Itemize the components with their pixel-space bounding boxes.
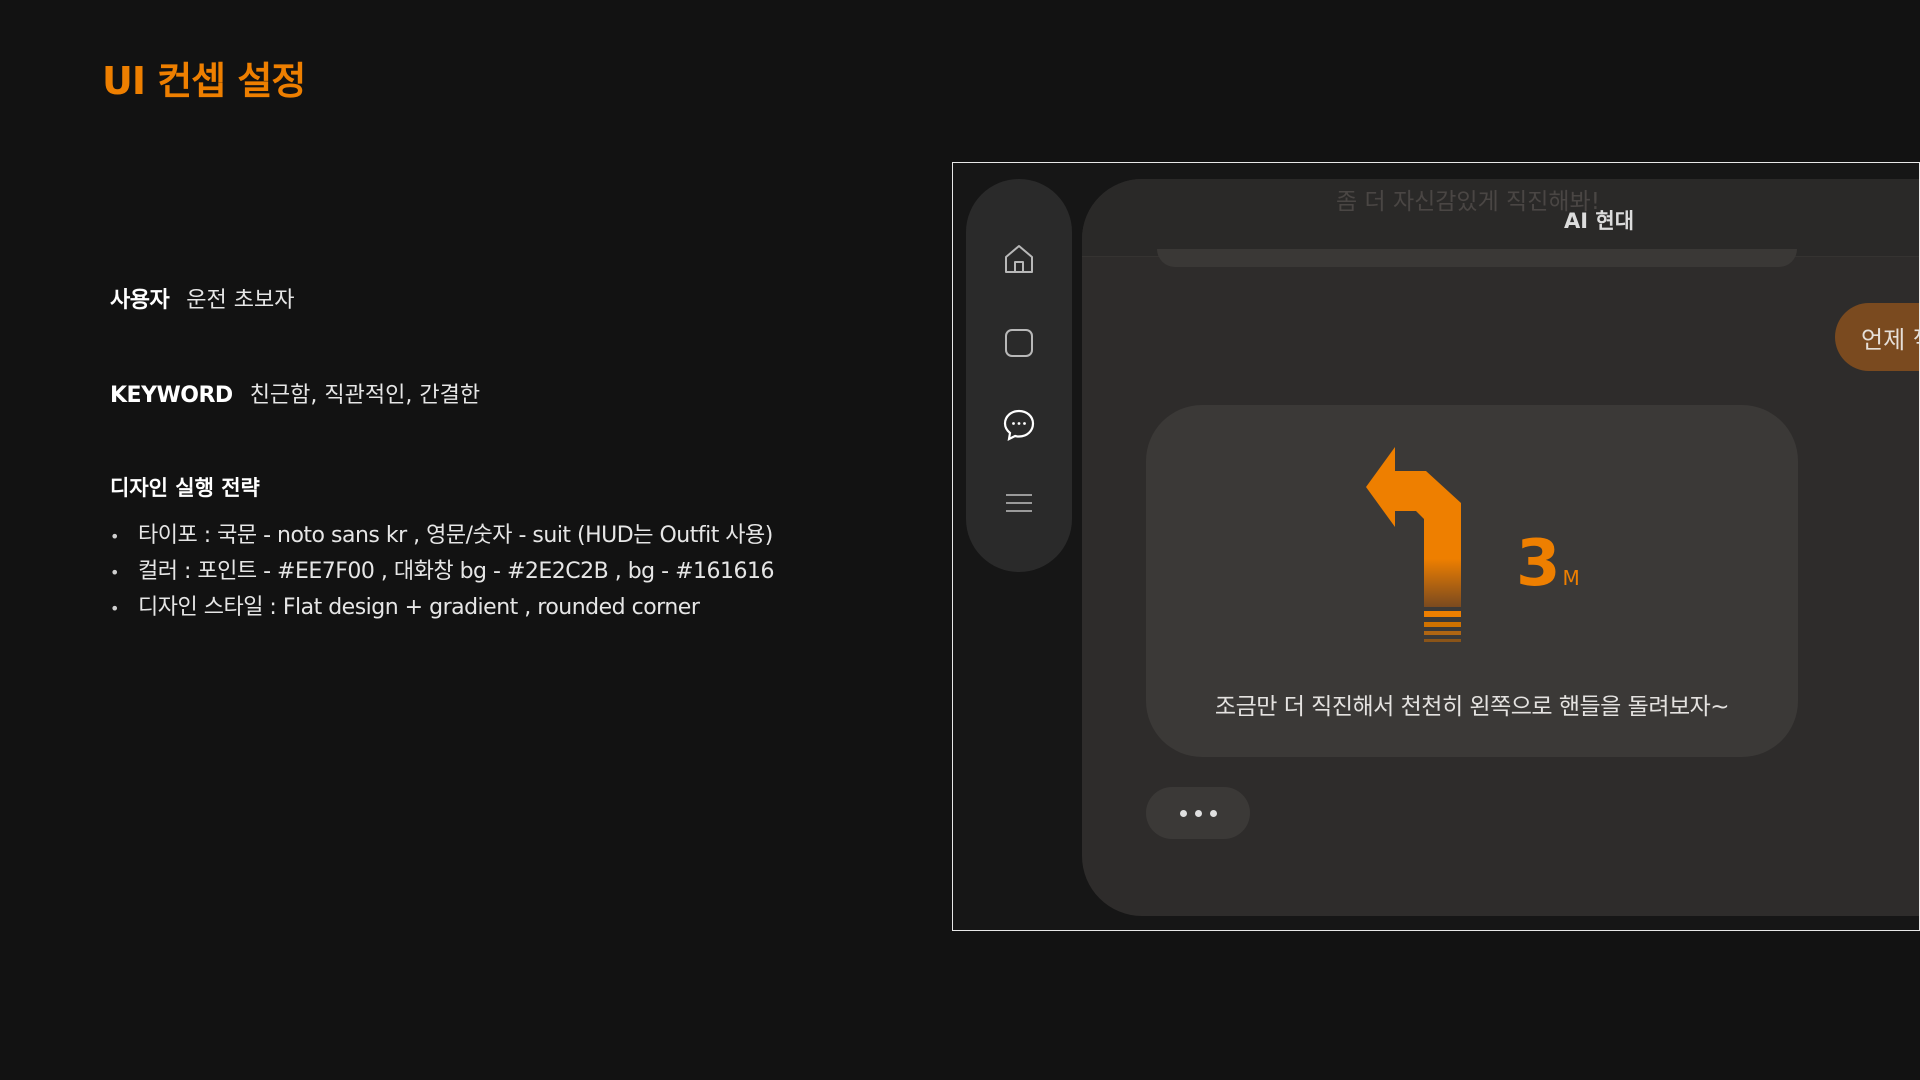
typing-dot (1209, 809, 1217, 817)
typing-indicator (1146, 787, 1250, 839)
side-navigation-rail (966, 179, 1072, 572)
menu-icon[interactable] (1001, 485, 1037, 521)
list-item: • 타이포 : 국문 - noto sans kr , 영문/숫자 - suit … (110, 518, 774, 554)
user-label: 사용자 (110, 288, 170, 313)
chat-header: 좀 더 자신감있게 직진해봐! AI 현대 (1082, 179, 1919, 257)
page-title: UI 컨셉 설정 (102, 59, 306, 103)
list-item: • 디자인 스타일 : Flat design + gradient , roun… (110, 590, 774, 626)
distance-value: 3 (1516, 527, 1561, 601)
square-icon[interactable] (1001, 325, 1037, 361)
turn-left-arrow-icon (1366, 447, 1486, 651)
distance-readout: 3M (1516, 527, 1580, 601)
faded-message-bubble (1157, 249, 1797, 267)
user-row: 사용자 운전 초보자 (110, 282, 294, 314)
user-message-bubble: 언제 꺾 (1835, 303, 1919, 371)
home-icon[interactable] (1001, 241, 1037, 277)
user-value: 운전 초보자 (186, 288, 295, 313)
chat-header-title: AI 현대 (1564, 209, 1635, 233)
bullet-icon: • (110, 599, 119, 618)
list-item: • 컬러 : 포인트 - #EE7F00 , 대화창 bg - #2E2C2B ,… (110, 554, 774, 590)
ai-message-text: 조금만 더 직진해서 천천히 왼쪽으로 핸들을 돌려보자~ (1214, 694, 1730, 720)
chat-icon[interactable] (1001, 407, 1037, 443)
faded-previous-message: 좀 더 자신감있게 직진해봐! (1336, 189, 1600, 215)
strategy-title: 디자인 실행 전략 (110, 476, 260, 500)
strategy-list: • 타이포 : 국문 - noto sans kr , 영문/숫자 - suit … (110, 518, 774, 626)
mockup-frame: 좀 더 자신감있게 직진해봐! AI 현대 언제 꺾 (952, 162, 1920, 931)
distance-unit: M (1562, 566, 1580, 590)
keyword-label: KEYWORD (110, 383, 233, 408)
typing-dot (1194, 809, 1202, 817)
keyword-row: KEYWORD 친근함, 직관적인, 간결한 (110, 377, 480, 409)
ai-navigation-card: 3M 조금만 더 직진해서 천천히 왼쪽으로 핸들을 돌려보자~ (1146, 405, 1798, 757)
bullet-icon: • (110, 527, 119, 546)
typing-dot (1179, 809, 1187, 817)
chat-panel: 좀 더 자신감있게 직진해봐! AI 현대 언제 꺾 (1082, 179, 1919, 916)
keyword-value: 친근함, 직관적인, 간결한 (249, 383, 481, 408)
bullet-icon: • (110, 563, 119, 582)
